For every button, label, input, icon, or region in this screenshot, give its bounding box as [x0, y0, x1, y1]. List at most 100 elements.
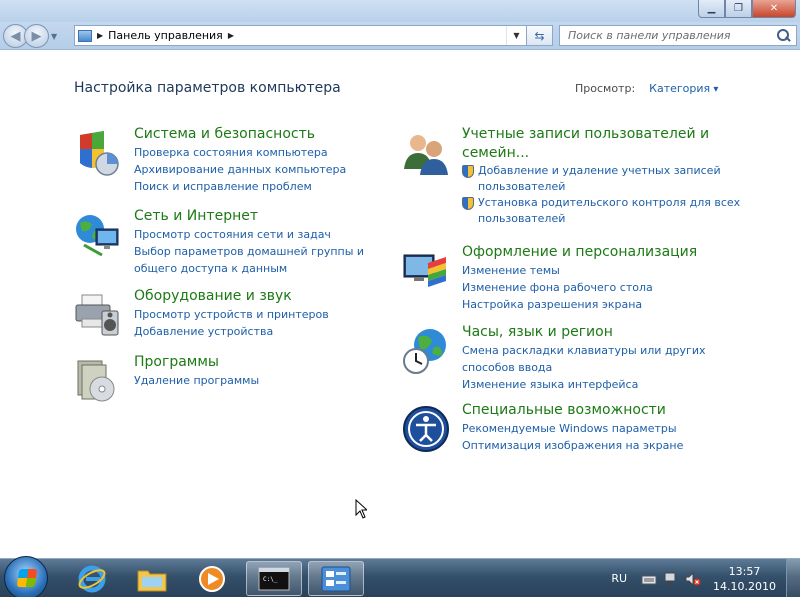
maximize-icon: ❐	[734, 3, 743, 14]
navigation-bar: ◀ ▶ ▼ ▶ Панель управления ▶ ▼ ⇆ Поиск в …	[0, 22, 800, 50]
mouse-cursor-icon	[355, 499, 367, 519]
task-link[interactable]: общего доступа к данным	[134, 260, 364, 277]
category-title[interactable]: Программы	[134, 353, 259, 372]
category-title-line[interactable]: Учетные записи пользователей и	[462, 125, 740, 144]
task-link[interactable]: Просмотр устройств и принтеров	[134, 306, 329, 323]
clock-globe-icon[interactable]	[402, 327, 450, 375]
task-link[interactable]: Выбор параметров домашней группы и	[134, 243, 364, 260]
language-indicator[interactable]: RU	[611, 572, 627, 585]
category-body: Часы, язык и регион Смена раскладки клав…	[462, 323, 706, 393]
taskbar-cmd[interactable]: C:\_	[246, 561, 302, 596]
task-link[interactable]: Изменение языка интерфейса	[462, 376, 706, 393]
minimize-icon: ▁	[707, 3, 716, 14]
forward-button[interactable]: ▶	[24, 24, 49, 48]
category-body: Оборудование и звук Просмотр устройств и…	[134, 287, 329, 340]
taskbar-media-player[interactable]	[184, 561, 240, 596]
window-controls: ▁ ❐ ✕	[698, 0, 796, 18]
uac-shield-icon	[462, 165, 474, 178]
view-by: Просмотр: Категория	[575, 82, 718, 95]
category-title[interactable]: Сеть и Интернет	[134, 207, 364, 226]
network-globe-icon[interactable]	[74, 211, 122, 259]
forward-arrow-icon: ▶	[31, 28, 42, 44]
clock[interactable]: 13:57 14.10.2010	[713, 564, 776, 594]
volume-muted-icon[interactable]	[685, 571, 701, 586]
breadcrumb-arrow-icon[interactable]: ▶	[228, 31, 234, 40]
clock-date: 14.10.2010	[713, 579, 776, 593]
task-link[interactable]: Установка родительского контроля для все…	[462, 195, 740, 211]
taskbar: C:\_ RU 13:57 14.10.2010	[0, 556, 800, 597]
page-title: Настройка параметров компьютера	[74, 80, 341, 96]
refresh-icon: ⇆	[534, 28, 545, 43]
media-player-icon	[199, 565, 225, 592]
view-by-label: Просмотр:	[575, 82, 636, 95]
category-title-line[interactable]: семейн...	[462, 144, 740, 163]
main-content: Настройка параметров компьютера Просмотр…	[0, 51, 800, 558]
refresh-button[interactable]: ⇆	[527, 25, 553, 46]
maximize-button[interactable]: ❐	[725, 0, 752, 18]
title-bar: ▁ ❐ ✕	[0, 0, 800, 22]
network-icon[interactable]	[663, 572, 679, 586]
minimize-button[interactable]: ▁	[698, 0, 725, 18]
clock-time: 13:57	[728, 564, 761, 578]
taskbar-control-panel[interactable]	[308, 561, 364, 596]
category-title[interactable]: Система и безопасность	[134, 125, 346, 144]
taskbar-explorer[interactable]	[124, 561, 180, 596]
category-body: Система и безопасность Проверка состояни…	[134, 125, 346, 195]
category-body: Оформление и персонализация Изменение те…	[462, 243, 697, 313]
task-link[interactable]: Удаление программы	[134, 372, 259, 389]
back-arrow-icon: ◀	[10, 28, 21, 44]
search-box[interactable]: Поиск в панели управления	[559, 25, 797, 46]
taskbar-internet-explorer[interactable]	[64, 561, 120, 596]
task-link[interactable]: Добавление и удаление учетных записей	[462, 163, 740, 179]
task-link[interactable]: Изменение темы	[462, 262, 697, 279]
ease-of-access-icon[interactable]	[402, 405, 450, 453]
category-body: Специальные возможности Рекомендуемые Wi…	[462, 401, 683, 454]
show-desktop-button[interactable]	[786, 559, 800, 597]
internet-explorer-icon	[78, 565, 106, 592]
control-panel-icon	[321, 566, 351, 591]
task-link[interactable]: Архивирование данных компьютера	[134, 161, 346, 178]
task-link[interactable]: способов ввода	[462, 359, 706, 376]
category-title[interactable]: Часы, язык и регион	[462, 323, 706, 342]
category-body: Сеть и Интернет Просмотр состояния сети …	[134, 207, 364, 277]
address-bar[interactable]: ▶ Панель управления ▶ ▼	[74, 25, 527, 46]
close-button[interactable]: ✕	[752, 0, 796, 18]
close-icon: ✕	[769, 3, 779, 14]
category-body: Учетные записи пользователей и семейн...…	[462, 125, 740, 227]
keyboard-icon[interactable]	[641, 572, 657, 586]
task-link[interactable]: Добавление устройства	[134, 323, 329, 340]
nav-buttons: ◀ ▶ ▼	[3, 24, 57, 48]
system-tray: RU 13:57 14.10.2010	[611, 559, 800, 597]
cmd-icon: C:\_	[258, 567, 290, 590]
search-icon[interactable]	[774, 27, 792, 45]
task-link[interactable]: Поиск и исправление проблем	[134, 178, 346, 195]
task-link[interactable]: Рекомендуемые Windows параметры	[462, 420, 683, 437]
task-link-text: Установка родительского контроля для все…	[478, 196, 741, 209]
task-link[interactable]: Оптимизация изображения на экране	[462, 437, 683, 454]
task-link[interactable]: пользователей	[462, 179, 740, 195]
search-input[interactable]: Поиск в панели управления	[568, 29, 774, 42]
address-history-dropdown[interactable]: ▼	[506, 26, 526, 45]
control-panel-icon	[78, 29, 92, 42]
category-title[interactable]: Специальные возможности	[462, 401, 683, 420]
task-link[interactable]: Смена раскладки клавиатуры или других	[462, 342, 706, 359]
breadcrumb-arrow-icon[interactable]: ▶	[97, 31, 103, 40]
task-link[interactable]: пользователей	[462, 211, 740, 227]
category-title[interactable]: Оборудование и звук	[134, 287, 329, 306]
task-link[interactable]: Проверка состояния компьютера	[134, 144, 346, 161]
view-by-dropdown[interactable]: Категория	[649, 82, 718, 95]
shield-icon[interactable]	[74, 129, 122, 177]
svg-text:C:\_: C:\_	[263, 576, 278, 583]
personalization-monitor-icon[interactable]	[402, 247, 450, 295]
task-link[interactable]: Изменение фона рабочего стола	[462, 279, 697, 296]
start-button[interactable]	[4, 556, 48, 597]
users-icon[interactable]	[402, 129, 450, 177]
category-title[interactable]: Оформление и персонализация	[462, 243, 697, 262]
task-link[interactable]: Просмотр состояния сети и задач	[134, 226, 364, 243]
recent-pages-dropdown[interactable]: ▼	[51, 32, 57, 41]
printer-speaker-icon[interactable]	[74, 291, 122, 339]
task-link[interactable]: Настройка разрешения экрана	[462, 296, 697, 313]
category-body: Программы Удаление программы	[134, 353, 259, 389]
programs-disc-icon[interactable]	[74, 357, 122, 405]
breadcrumb-control-panel[interactable]: Панель управления	[108, 29, 223, 42]
